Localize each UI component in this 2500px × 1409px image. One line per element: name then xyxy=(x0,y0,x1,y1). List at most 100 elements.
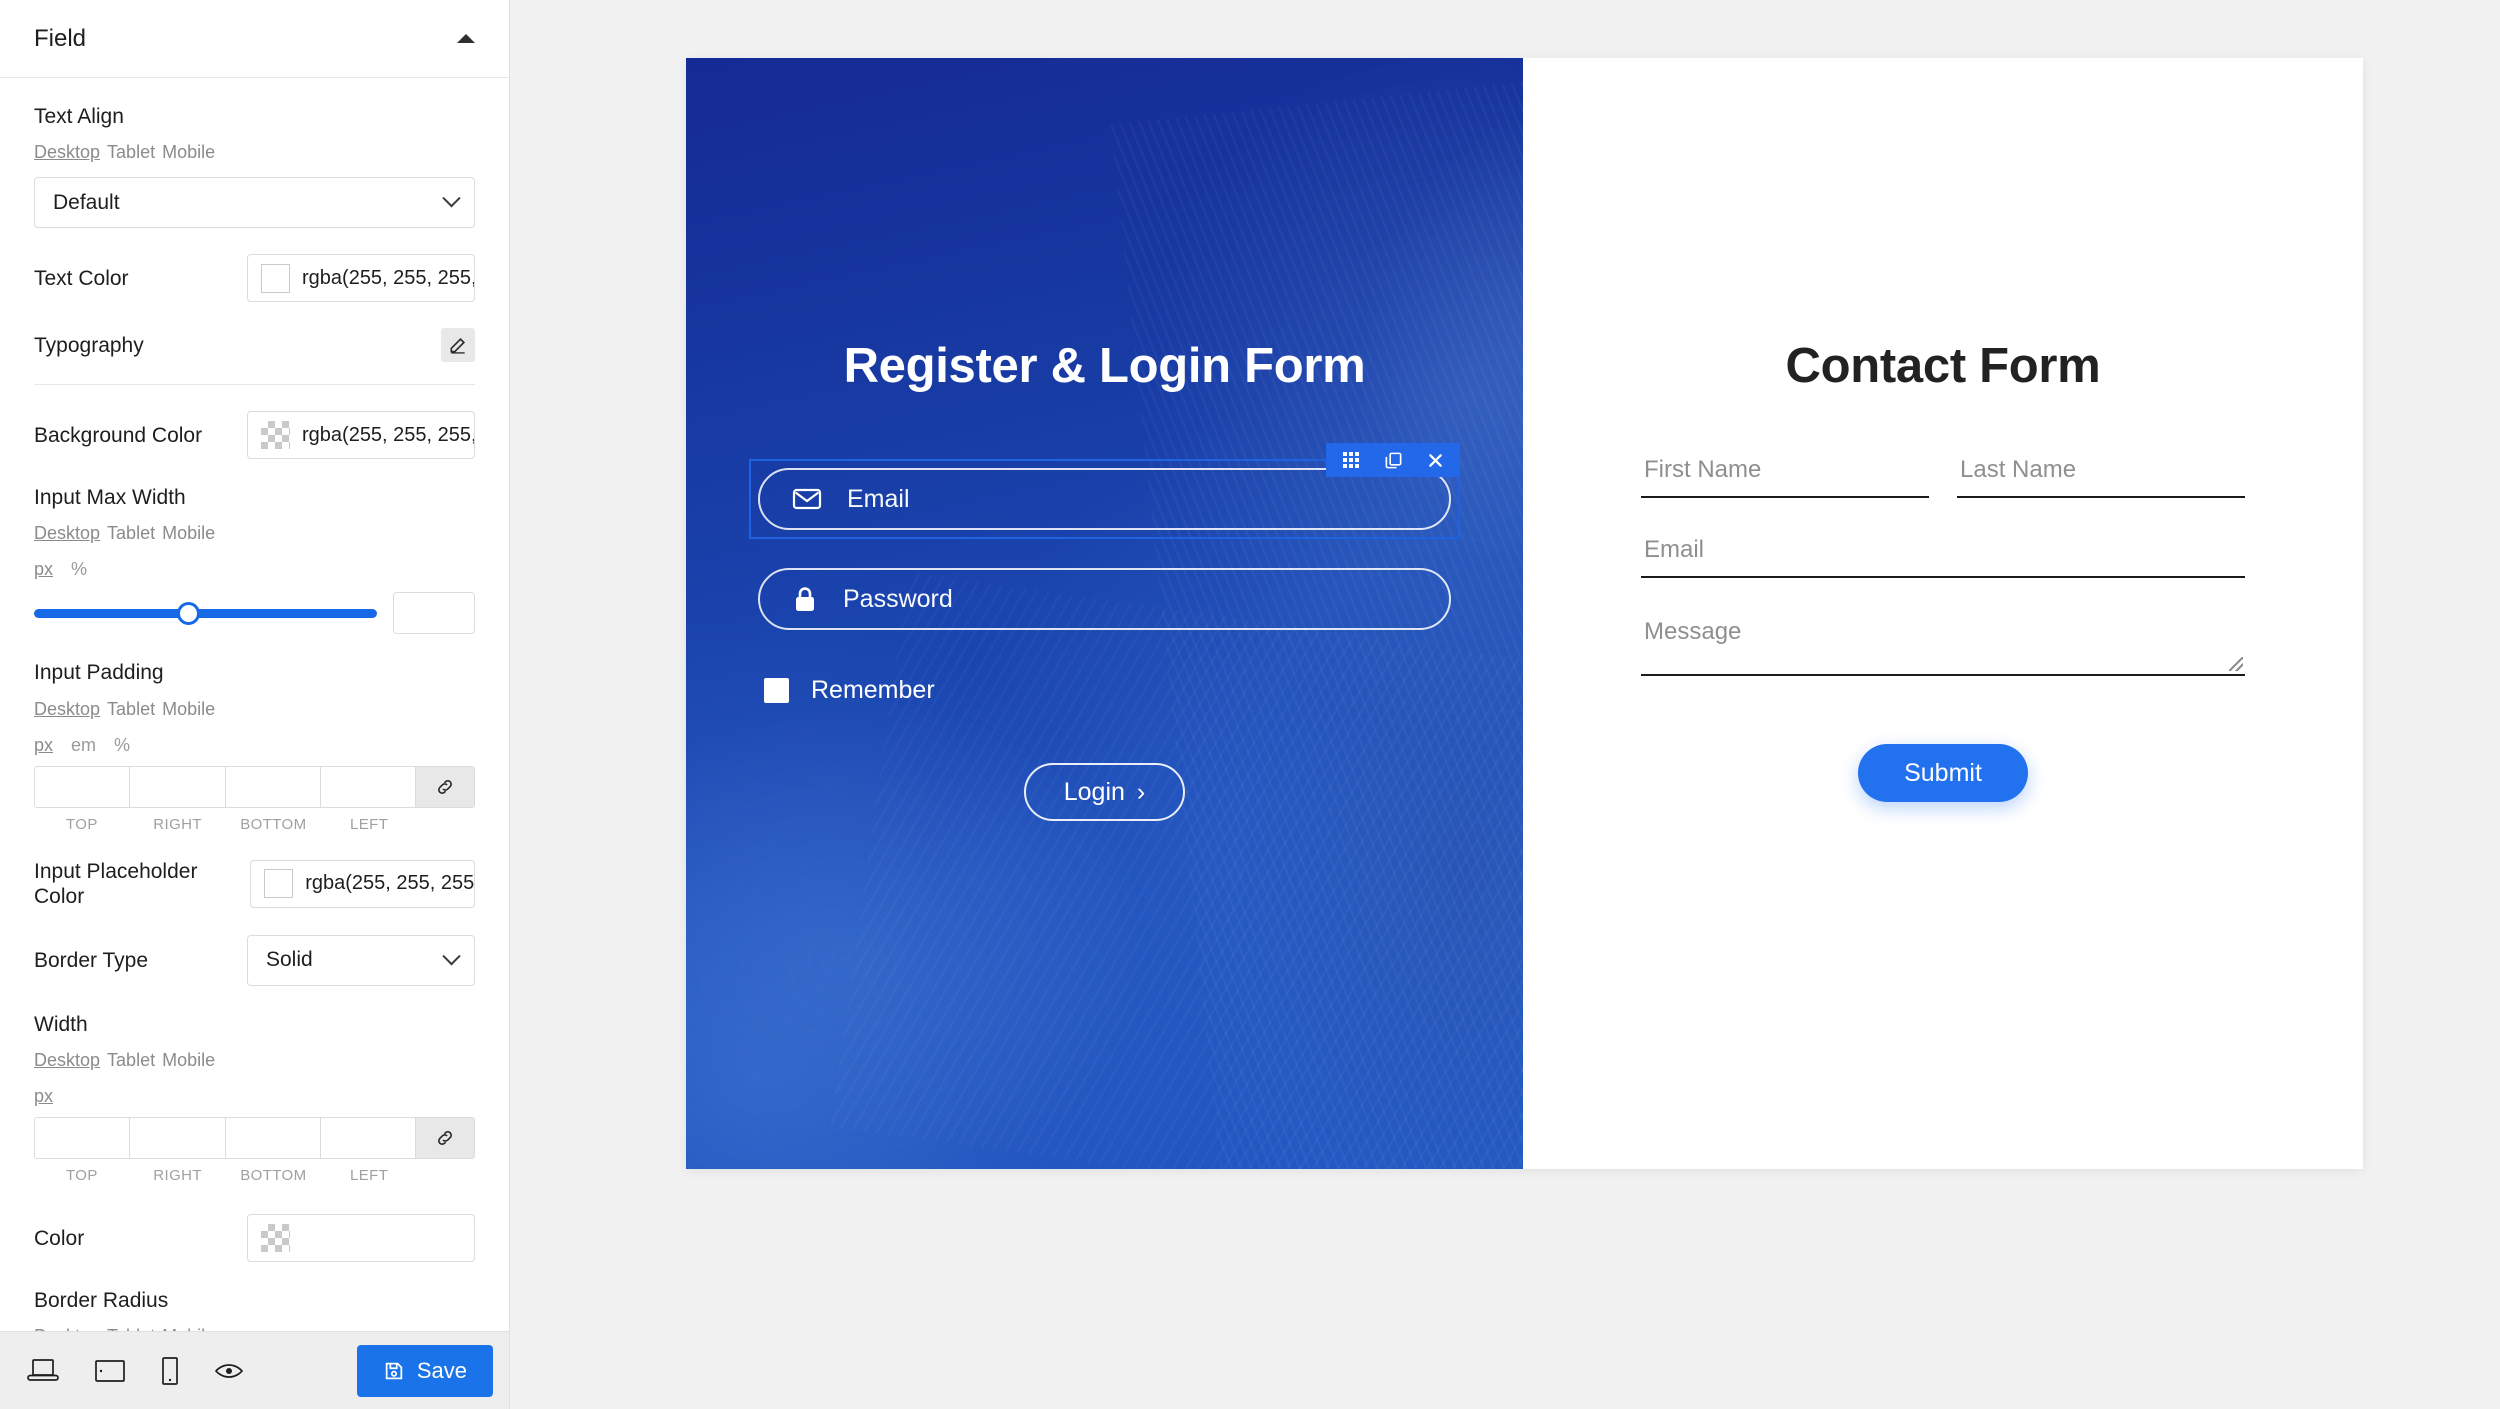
element-toolbar[interactable] xyxy=(1326,443,1460,477)
envelope-icon xyxy=(792,487,822,511)
link-icon[interactable] xyxy=(416,766,474,807)
editor-canvas: Register & Login Form Email Password Rem… xyxy=(510,0,2500,1409)
first-name-field[interactable]: First Name xyxy=(1641,456,1929,498)
name-row: First Name Last Name xyxy=(1641,456,2245,498)
tab-desktop[interactable]: Desktop xyxy=(34,699,100,719)
background-color-value: rgba(255, 255, 255, xyxy=(302,423,475,446)
tablet-view-icon[interactable] xyxy=(94,1358,126,1384)
unit-em[interactable]: em xyxy=(71,735,96,755)
padding-left-input[interactable] xyxy=(320,766,416,807)
sidebar-scroll-area[interactable]: Field Text Align Desktop Tablet Mobile Def… xyxy=(0,0,509,1331)
contact-email-field[interactable]: Email xyxy=(1641,536,2245,578)
tab-desktop[interactable]: Desktop xyxy=(34,142,100,162)
unit-px[interactable]: px xyxy=(34,735,53,755)
email-field[interactable]: Email xyxy=(758,468,1451,530)
mobile-view-icon[interactable] xyxy=(160,1356,180,1386)
sidebar-bottom-bar: Save xyxy=(0,1331,509,1409)
border-radius-label: Border Radius xyxy=(34,1289,169,1313)
width-right-input[interactable] xyxy=(130,1118,226,1159)
password-field-wrapper[interactable]: Password xyxy=(758,568,1451,630)
submit-button[interactable]: Submit xyxy=(1858,744,2028,802)
padding-side-labels: TOP RIGHT BOTTOM LEFT xyxy=(34,816,475,833)
page-title: Field xyxy=(34,24,87,52)
tab-mobile[interactable]: Mobile xyxy=(162,142,215,162)
tab-desktop[interactable]: Desktop xyxy=(34,1050,100,1070)
email-row: Email xyxy=(1641,536,2245,578)
link-icon[interactable] xyxy=(416,1118,474,1159)
padding-top-input[interactable] xyxy=(35,766,131,807)
remember-row[interactable]: Remember xyxy=(758,676,1451,705)
unit-percent[interactable]: % xyxy=(114,735,130,755)
input-padding-label: Input Padding xyxy=(34,661,164,685)
tab-mobile[interactable]: Mobile xyxy=(162,699,215,719)
input-placeholder-color-picker[interactable]: rgba(255, 255, 255, xyxy=(250,859,475,908)
text-color-label: Text Color xyxy=(34,266,129,290)
email-field-wrapper[interactable]: Email xyxy=(749,443,1460,539)
tab-tablet[interactable]: Tablet xyxy=(107,142,155,162)
desktop-view-icon[interactable] xyxy=(26,1357,60,1385)
contact-form: Contact Form First Name Last Name Email … xyxy=(1523,58,2363,802)
width-left-input[interactable] xyxy=(320,1118,416,1159)
duplicate-icon[interactable] xyxy=(1372,443,1414,477)
responsive-tabs-max-width: Desktop Tablet Mobile xyxy=(34,523,475,544)
responsive-tabs-padding: Desktop Tablet Mobile xyxy=(34,699,475,720)
pencil-icon[interactable] xyxy=(441,328,475,363)
unit-percent[interactable]: % xyxy=(71,559,87,579)
slider-handle[interactable] xyxy=(176,601,200,625)
grid-handle-icon[interactable] xyxy=(1330,443,1372,477)
login-button[interactable]: Login › xyxy=(1023,763,1186,821)
control-border-type: Border Type Solid xyxy=(34,934,475,986)
input-placeholder-color-label: Input Placeholder Color xyxy=(34,859,198,908)
control-input-max-width: Input Max Width Desktop Tablet Mobile px% xyxy=(34,485,475,635)
login-button-label: Login xyxy=(1063,777,1125,806)
chevron-down-icon xyxy=(442,947,461,966)
tab-tablet[interactable]: Tablet xyxy=(107,523,155,543)
text-align-select[interactable]: Default xyxy=(34,177,475,229)
color-swatch[interactable] xyxy=(264,869,294,899)
border-width-label: Width xyxy=(34,1012,88,1036)
submit-row: Submit xyxy=(1641,744,2245,802)
unit-px[interactable]: px xyxy=(34,1086,53,1106)
border-color-label: Color xyxy=(34,1226,85,1250)
message-field[interactable]: Message xyxy=(1641,618,2245,676)
caret-up-icon[interactable] xyxy=(457,34,475,43)
device-preview-buttons xyxy=(26,1356,357,1386)
password-field[interactable]: Password xyxy=(758,568,1451,630)
tab-mobile[interactable]: Mobile xyxy=(162,523,215,543)
padding-right-input[interactable] xyxy=(130,766,226,807)
width-top-input[interactable] xyxy=(35,1118,131,1159)
control-border-width: Width Desktop Tablet Mobile px TOP RIGHT… xyxy=(34,1012,475,1184)
login-button-row: Login › xyxy=(758,763,1451,821)
save-button[interactable]: Save xyxy=(356,1344,493,1397)
tab-desktop[interactable]: Desktop xyxy=(34,523,100,543)
width-bottom-input[interactable] xyxy=(225,1118,321,1159)
color-swatch-transparent[interactable] xyxy=(261,421,290,450)
unit-px[interactable]: px xyxy=(34,559,53,579)
max-width-slider-row xyxy=(34,592,475,635)
close-icon[interactable] xyxy=(1414,443,1456,477)
tab-tablet[interactable]: Tablet xyxy=(107,1050,155,1070)
preview-eye-icon[interactable] xyxy=(214,1360,244,1382)
app-root: Field Text Align Desktop Tablet Mobile Def… xyxy=(0,0,2500,1409)
background-color-picker[interactable]: rgba(255, 255, 255, xyxy=(247,411,475,460)
padding-bottom-input[interactable] xyxy=(225,766,321,807)
last-name-field[interactable]: Last Name xyxy=(1957,456,2245,498)
max-width-slider[interactable] xyxy=(34,601,377,625)
label-right: RIGHT xyxy=(153,815,202,833)
submit-button-label: Submit xyxy=(1904,758,1982,787)
color-swatch[interactable] xyxy=(261,263,290,293)
tab-mobile[interactable]: Mobile xyxy=(162,1050,215,1070)
color-swatch-transparent[interactable] xyxy=(261,1224,290,1253)
remember-checkbox[interactable] xyxy=(764,678,789,703)
border-color-picker[interactable] xyxy=(247,1214,475,1263)
border-width-side-labels: TOP RIGHT BOTTOM LEFT xyxy=(34,1167,475,1184)
text-color-picker[interactable]: rgba(255, 255, 255, xyxy=(247,254,475,303)
text-color-value: rgba(255, 255, 255, xyxy=(302,266,475,289)
responsive-tabs-width: Desktop Tablet Mobile xyxy=(34,1050,475,1071)
panel-header-field[interactable]: Field xyxy=(0,0,509,78)
border-type-select[interactable]: Solid xyxy=(247,934,475,986)
max-width-number-input[interactable] xyxy=(393,592,475,635)
tab-tablet[interactable]: Tablet xyxy=(107,699,155,719)
message-row: Message xyxy=(1641,618,2245,676)
resize-handle-icon[interactable] xyxy=(2229,657,2243,671)
